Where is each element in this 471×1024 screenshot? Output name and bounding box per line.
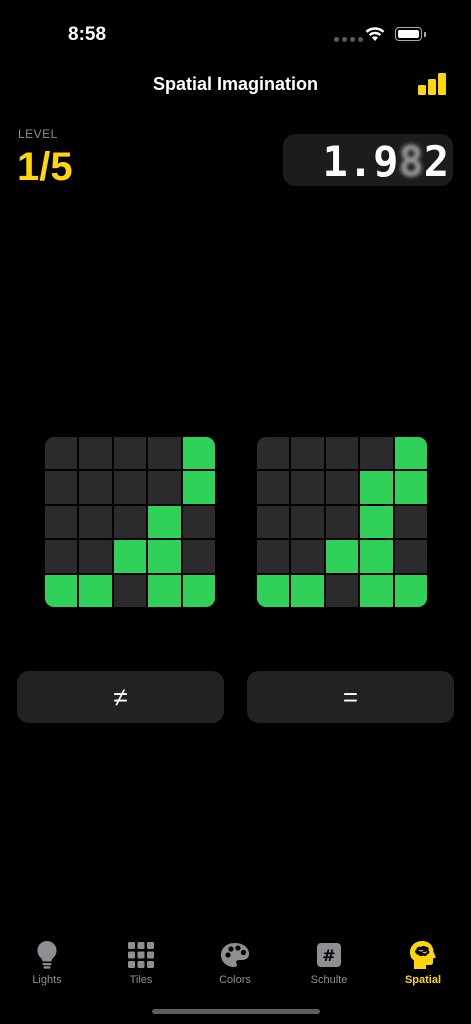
grid-cell-filled (182, 471, 215, 504)
grid-cell-empty (113, 505, 147, 539)
grid-cell-filled (394, 574, 427, 607)
tab-lights[interactable]: Lights (7, 940, 87, 986)
wifi-icon (365, 27, 385, 41)
grid-cell-filled (45, 574, 78, 607)
grid-cell-empty (79, 437, 112, 470)
svg-text:#: # (322, 946, 335, 965)
right-pattern-grid (257, 437, 427, 607)
grid-cell-empty (325, 471, 359, 504)
grid-cell-empty (182, 540, 215, 573)
grid-cell-empty (325, 574, 359, 607)
grid-cell-empty (148, 471, 181, 504)
grid-cell-empty (113, 471, 147, 504)
grid-cell-filled (360, 471, 393, 504)
grid-cell-empty (291, 540, 324, 573)
hash-icon: # (289, 940, 369, 970)
grid-cell-filled (291, 574, 324, 607)
stats-icon[interactable] (418, 73, 448, 97)
grid-cell-filled (360, 574, 393, 607)
grid-cell-empty (394, 505, 427, 539)
grid-cell-empty (79, 471, 112, 504)
home-indicator (152, 1009, 320, 1014)
page-title: Spatial Imagination (152, 74, 319, 94)
timer-value-prefix: 1.9 (322, 137, 399, 186)
status-time: 8:58 (68, 24, 107, 45)
equal-button[interactable]: = (247, 671, 454, 723)
grid-cell-filled (257, 574, 290, 607)
signal-icon (334, 37, 363, 42)
grid-cell-filled (394, 471, 427, 504)
grid-cell-empty (113, 437, 147, 470)
level-label: LEVEL (18, 127, 58, 141)
tab-colors[interactable]: Colors (195, 940, 275, 986)
grid-cell-empty (148, 437, 181, 470)
grid-cell-filled (360, 540, 393, 573)
tab-spatial[interactable]: Spatial (383, 940, 463, 986)
grid-cell-empty (325, 437, 359, 470)
grid-cell-empty (45, 505, 78, 539)
tab-label: Schulte (310, 974, 348, 986)
left-pattern-grid (45, 437, 215, 607)
tab-label: Colors (219, 974, 251, 986)
grid-cell-filled (148, 505, 181, 539)
grid-cell-filled (148, 540, 181, 573)
grid-cell-empty (79, 540, 112, 573)
grid-cell-empty (325, 505, 359, 539)
grid-cell-filled (79, 574, 112, 607)
timer-display: 1.982 (283, 134, 453, 186)
grid-cell-empty (79, 505, 112, 539)
timer-value-rolling-digit: 8 (398, 137, 424, 186)
palette-icon (195, 940, 275, 970)
grid-cell-filled (394, 437, 427, 470)
tab-label: Spatial (404, 974, 442, 986)
timer-value-suffix: 2 (423, 137, 449, 186)
level-value: 1/5 (17, 145, 73, 189)
grid-cell-empty (360, 437, 393, 470)
brain-head-icon (383, 940, 463, 970)
grid-cell-empty (291, 471, 324, 504)
tab-label: Tiles (129, 974, 153, 986)
grid-cell-filled (360, 505, 393, 539)
grid-cell-empty (45, 540, 78, 573)
grid-cell-filled (182, 574, 215, 607)
tab-label: Lights (32, 974, 62, 986)
grid-cell-empty (394, 540, 427, 573)
lightbulb-icon (7, 940, 87, 970)
grid-cell-filled (182, 437, 215, 470)
grid-cell-empty (113, 574, 147, 607)
tab-schulte[interactable]: # Schulte (289, 940, 369, 986)
battery-icon (395, 27, 426, 41)
grid-cell-empty (291, 437, 324, 470)
grid-cell-empty (45, 437, 78, 470)
timer-value: 1.982 (323, 137, 449, 186)
grid-cell-empty (257, 505, 290, 539)
grid-cell-filled (113, 540, 147, 573)
grid-cell-empty (291, 505, 324, 539)
tab-tiles[interactable]: Tiles (101, 940, 181, 986)
grid-cell-empty (257, 540, 290, 573)
grid-icon (101, 940, 181, 970)
grid-cell-filled (325, 540, 359, 573)
grid-cell-empty (45, 471, 78, 504)
grid-cell-empty (182, 505, 215, 539)
status-bar: 8:58 (0, 0, 471, 70)
grid-cell-empty (257, 471, 290, 504)
grid-cell-filled (148, 574, 181, 607)
grid-cell-empty (257, 437, 290, 470)
not-equal-button[interactable]: ≠ (17, 671, 224, 723)
